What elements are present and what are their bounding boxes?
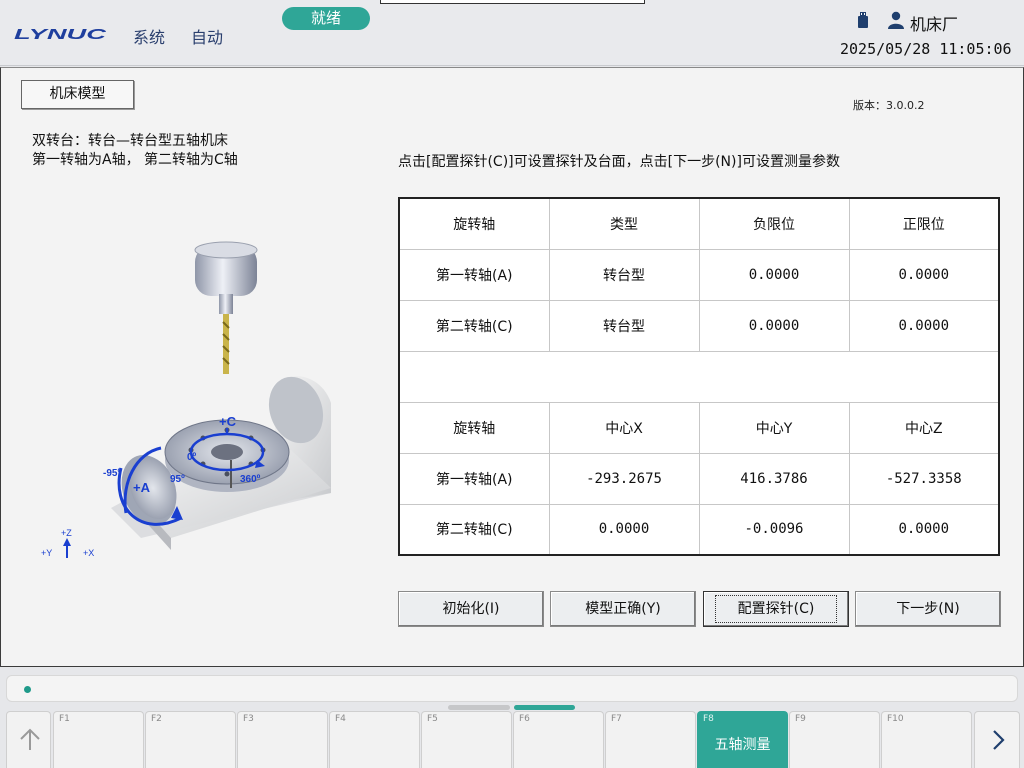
table-header-cell: 中心Y [698,401,850,454]
c-360-label: 360º [240,474,261,485]
table-row: 第二转轴(C) 0.0000 -0.0096 0.0000 [398,503,1000,556]
softkey-f4[interactable]: F4 [329,711,420,768]
table-cell: 第一转轴(A) [398,452,550,505]
softkey-number: F6 [519,714,530,724]
softkey-number: F7 [611,714,622,724]
table-cell[interactable]: 0.0000 [848,299,1000,352]
softkey-f6[interactable]: F6 [513,711,604,768]
top-input-box[interactable] [380,0,645,4]
c-zero-label: 0º [187,452,197,463]
table-header-cell: 正限位 [848,197,1000,250]
table-cell: 转台型 [548,299,700,352]
softkey-number: F3 [243,714,254,724]
softkey-number: F5 [427,714,438,724]
softkey-f7[interactable]: F7 [605,711,696,768]
menu-system[interactable]: 系统 [133,24,165,48]
model-correct-button[interactable]: 模型正确(Y) [550,591,696,627]
softkey-number: F1 [59,714,70,724]
version-label: 版本：3.0.0.2 [853,99,925,112]
svg-text:LYNUC: LYNUC [14,26,106,42]
axis-parameter-table: 旋转轴 类型 负限位 正限位 第一转轴(A) 转台型 0.0000 0.0000… [398,197,1000,556]
arrow-up-icon [20,728,40,750]
softkey-number: F4 [335,714,346,724]
table-spacer-row [398,350,1000,403]
table-row: 第一转轴(A) -293.2675 416.3786 -527.3358 [398,452,1000,505]
softkey-number: F10 [887,714,904,724]
table-cell[interactable]: 416.3786 [698,452,850,505]
table-cell: 转台型 [548,248,700,301]
softkey-f10[interactable]: F10 [881,711,972,768]
model-title: 机床模型 [21,80,134,109]
table-header-cell: 中心X [548,401,700,454]
config-probe-label: 配置探针(C) [714,595,838,623]
softkey-f2[interactable]: F2 [145,711,236,768]
user-icon [888,11,904,29]
table-cell[interactable]: 0.0000 [848,248,1000,301]
softkey-f9[interactable]: F9 [789,711,880,768]
coord-x-label: +X [83,548,94,558]
a-neg-label: -95º [103,468,121,479]
main-panel: 机床模型 版本：3.0.0.2 双转台：转台—转台型五轴机床 第一转轴为A轴， … [0,67,1024,667]
message-status-dot [24,686,31,693]
softkey-number: F8 [703,714,714,724]
softkey-number: F2 [151,714,162,724]
hint-text: 点击[配置探针(C)]可设置探针及台面，点击[下一步(N)]可设置测量参数 [398,154,840,170]
table-cell[interactable]: 0.0000 [848,503,1000,556]
message-bar [6,675,1018,702]
table-spacer-cell [398,350,1000,403]
table-cell[interactable]: -527.3358 [848,452,1000,505]
machine-description-line2: 第一转轴为A轴， 第二转轴为C轴 [32,152,238,168]
user-name[interactable]: 机床厂 [910,11,958,35]
softkey-number: F9 [795,714,806,724]
page-indicator-1[interactable] [448,705,510,710]
table-cell[interactable]: 0.0000 [548,503,700,556]
table-cell[interactable]: -293.2675 [548,452,700,505]
table-cell[interactable]: 0.0000 [698,299,850,352]
spindle-icon [194,241,258,374]
datetime: 2025/05/28 11:05:06 [840,40,1012,58]
softkey-up[interactable] [6,711,51,768]
table-cell: 第二转轴(C) [398,299,550,352]
table-header-cell: 类型 [548,197,700,250]
menu-auto[interactable]: 自动 [191,24,223,48]
table-header-cell: 负限位 [698,197,850,250]
softkey-f8-five-axis-measure[interactable]: F8 五轴测量 [697,711,788,768]
softkey-f5[interactable]: F5 [421,711,512,768]
table-row: 第二转轴(C) 转台型 0.0000 0.0000 [398,299,1000,352]
table-cell: 第一转轴(A) [398,248,550,301]
usb-icon [858,12,868,28]
table-cell[interactable]: -0.0096 [698,503,850,556]
table-cell[interactable]: 0.0000 [698,248,850,301]
c-axis-label: +C [219,414,237,429]
status-badge: 就绪 [282,7,370,30]
machine-description-line1: 双转台：转台—转台型五轴机床 [32,133,228,149]
config-probe-button[interactable]: 配置探针(C) [703,591,849,627]
table-row: 第一转轴(A) 转台型 0.0000 0.0000 [398,248,1000,301]
table-cell: 第二转轴(C) [398,503,550,556]
init-button[interactable]: 初始化(I) [398,591,544,627]
lynuc-logo: LYNUC [14,26,106,42]
softkey-f1[interactable]: F1 [53,711,144,768]
softkey-next-page[interactable] [974,711,1020,768]
next-step-button[interactable]: 下一步(N) [855,591,1001,627]
a-pos-label: 95º [170,474,185,485]
softkey-label: 五轴测量 [714,737,771,753]
header-bar: LYNUC 系统 自动 就绪 机床厂 2025/05/28 11:05:06 [0,0,1024,66]
coord-z-label: +Z [61,528,72,538]
coord-y-label: +Y [41,548,52,558]
table-header-cell: 旋转轴 [398,197,550,250]
table-header-cell: 中心Z [848,401,1000,454]
softkey-f3[interactable]: F3 [237,711,328,768]
table-header-cell: 旋转轴 [398,401,550,454]
table-header-row: 旋转轴 类型 负限位 正限位 [398,197,1000,250]
table-header-row: 旋转轴 中心X 中心Y 中心Z [398,401,1000,454]
page-indicator-2-active[interactable] [514,705,575,710]
chevron-right-icon [993,730,1005,750]
machine-model-illustration: +C 0º 360º +A -95º 95º +Z +Y +X [41,241,331,558]
a-axis-label: +A [133,480,151,495]
function-key-bar: F1 F2 F3 F4 F5 F6 F7 F8 五轴测量 F9 F10 [6,711,1020,768]
